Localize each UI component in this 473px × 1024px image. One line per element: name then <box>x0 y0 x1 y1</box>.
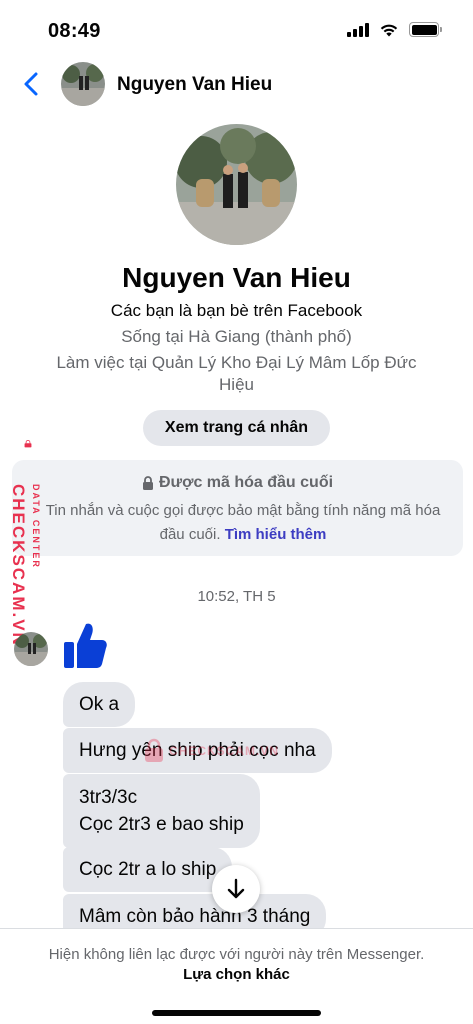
header-contact-name[interactable]: Nguyen Van Hieu <box>117 74 272 96</box>
view-profile-button[interactable]: Xem trang cá nhân <box>143 410 330 446</box>
thumbs-up-icon[interactable] <box>62 620 108 670</box>
encryption-description: Tin nhắn và cuộc gọi được bảo mật bằng t… <box>45 502 441 543</box>
learn-more-link[interactable]: Tìm hiểu thêm <box>225 526 327 543</box>
watermark-center-lock-icon <box>145 738 163 762</box>
back-chevron-icon[interactable] <box>18 70 46 98</box>
status-bar: 08:49 <box>0 0 473 60</box>
sender-avatar[interactable] <box>14 632 48 666</box>
friend-status: Các bạn là bạn bè trên Facebook <box>110 301 363 320</box>
watermark-lock-icon <box>24 440 32 448</box>
status-icons <box>347 22 442 37</box>
message-timestamp: 10:52, TH 5 <box>197 588 276 605</box>
battery-icon <box>409 22 442 37</box>
works-at: Làm việc tại Quản Lý Kho Đại Lý Mâm Lốp … <box>56 353 417 394</box>
conversation-header: Nguyen Van Hieu <box>0 58 473 112</box>
scroll-to-bottom-button[interactable] <box>212 865 260 913</box>
lives-in: Sống tại Hà Giang (thành phố) <box>121 327 352 346</box>
encryption-notice: Được mã hóa đầu cuối Tin nhắn và cuộc gọ… <box>12 460 463 556</box>
profile-name: Nguyen Van Hieu <box>122 262 351 293</box>
encryption-title: Được mã hóa đầu cuối <box>158 474 334 491</box>
status-time: 08:49 <box>48 20 101 42</box>
wifi-icon <box>380 24 398 37</box>
arrow-down-icon <box>227 878 245 899</box>
message-bubble[interactable]: 3tr3/3c Cọc 2tr3 e bao ship <box>63 774 260 848</box>
profile-avatar[interactable] <box>176 124 297 245</box>
footer-message: Hiện không liên lạc được với người này t… <box>48 946 425 963</box>
watermark-center-text: CHECKSCAM.VN <box>169 744 280 758</box>
message-bubble[interactable]: Ok a <box>63 682 136 727</box>
other-options-link[interactable]: Lựa chọn khác <box>183 966 290 983</box>
watermark-side-text: CHECKSCAM.VN <box>9 484 28 647</box>
header-avatar[interactable] <box>61 62 105 106</box>
home-indicator <box>152 1010 321 1016</box>
message-bubble[interactable]: Cọc 2tr a lo ship <box>63 847 233 892</box>
watermark-center: CHECKSCAM.VN <box>143 738 279 764</box>
lock-icon <box>142 476 153 490</box>
cellular-signal-icon <box>347 22 369 37</box>
watermark-side-subtext: DATA CENTER <box>31 484 41 569</box>
